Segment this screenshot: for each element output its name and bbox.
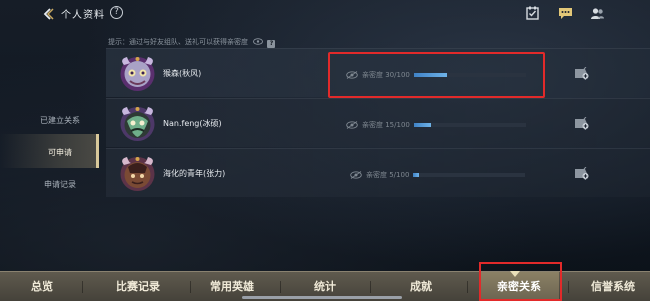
sidebar-item-applicable[interactable]: 可申请 [20,147,100,158]
nav-divider [82,281,83,293]
list-item[interactable]: Nan.feng(冰硕) 亲密度 15/100 [106,98,650,147]
list-item[interactable]: 海化的青年(张力) 亲密度 5/100 [106,148,650,197]
add-friend-icon[interactable] [573,117,589,130]
sidebar-item-established[interactable]: 已建立关系 [20,115,100,126]
friend-name: Nan.feng(冰硕) [163,119,222,128]
hint-text: 提示：通过与好友组队、送礼可以获得亲密度 [108,38,248,46]
back-arrow-icon[interactable] [40,6,56,22]
intimacy-text: 亲密度 5/100 [366,171,410,179]
chat-icon[interactable] [558,6,573,21]
intimacy-info: 亲密度 15/100 [346,120,526,130]
friend-name: 海化的青年(张力) [163,169,226,178]
nav-divider [370,281,371,293]
nav-divider [467,281,468,293]
eye-icon [350,171,362,179]
add-friend-icon[interactable] [573,167,589,180]
intimacy-bar-fill [413,173,419,177]
nav-divider [568,281,569,293]
intimacy-bar [413,123,526,127]
tab-reputation[interactable]: 信誉系统 [576,272,650,301]
intimacy-bar-fill [413,123,431,127]
intimacy-highlight-box [328,52,545,98]
task-icon[interactable] [525,6,540,21]
friend-name: 猴森(秋风) [163,69,202,78]
avatar[interactable] [115,51,160,96]
intimacy-info: 亲密度 5/100 [350,170,526,180]
hint-row: 提示：通过与好友组队、送礼可以获得亲密度 ? [108,37,276,48]
add-friend-icon[interactable] [573,67,589,80]
eye-icon [253,38,264,45]
intimacy-bar [413,173,526,177]
sidebar-item-records[interactable]: 申请记录 [20,179,100,190]
intimacy-text: 亲密度 15/100 [362,121,410,129]
eye-icon [346,121,358,129]
nav-divider [190,281,191,293]
avatar[interactable] [115,151,160,196]
tab-overview[interactable]: 总览 [10,272,74,301]
nav-divider [280,281,281,293]
avatar[interactable] [115,101,160,146]
header: 个人资料 ? [0,0,650,30]
hint-help-icon[interactable]: ? [267,40,276,48]
help-icon[interactable]: ? [110,6,123,19]
friends-icon[interactable] [590,6,605,21]
scroll-handle[interactable] [242,296,402,299]
nav-highlight-box [479,262,562,301]
page-title: 个人资料 [61,10,105,21]
tab-match-history[interactable]: 比赛记录 [98,272,178,301]
